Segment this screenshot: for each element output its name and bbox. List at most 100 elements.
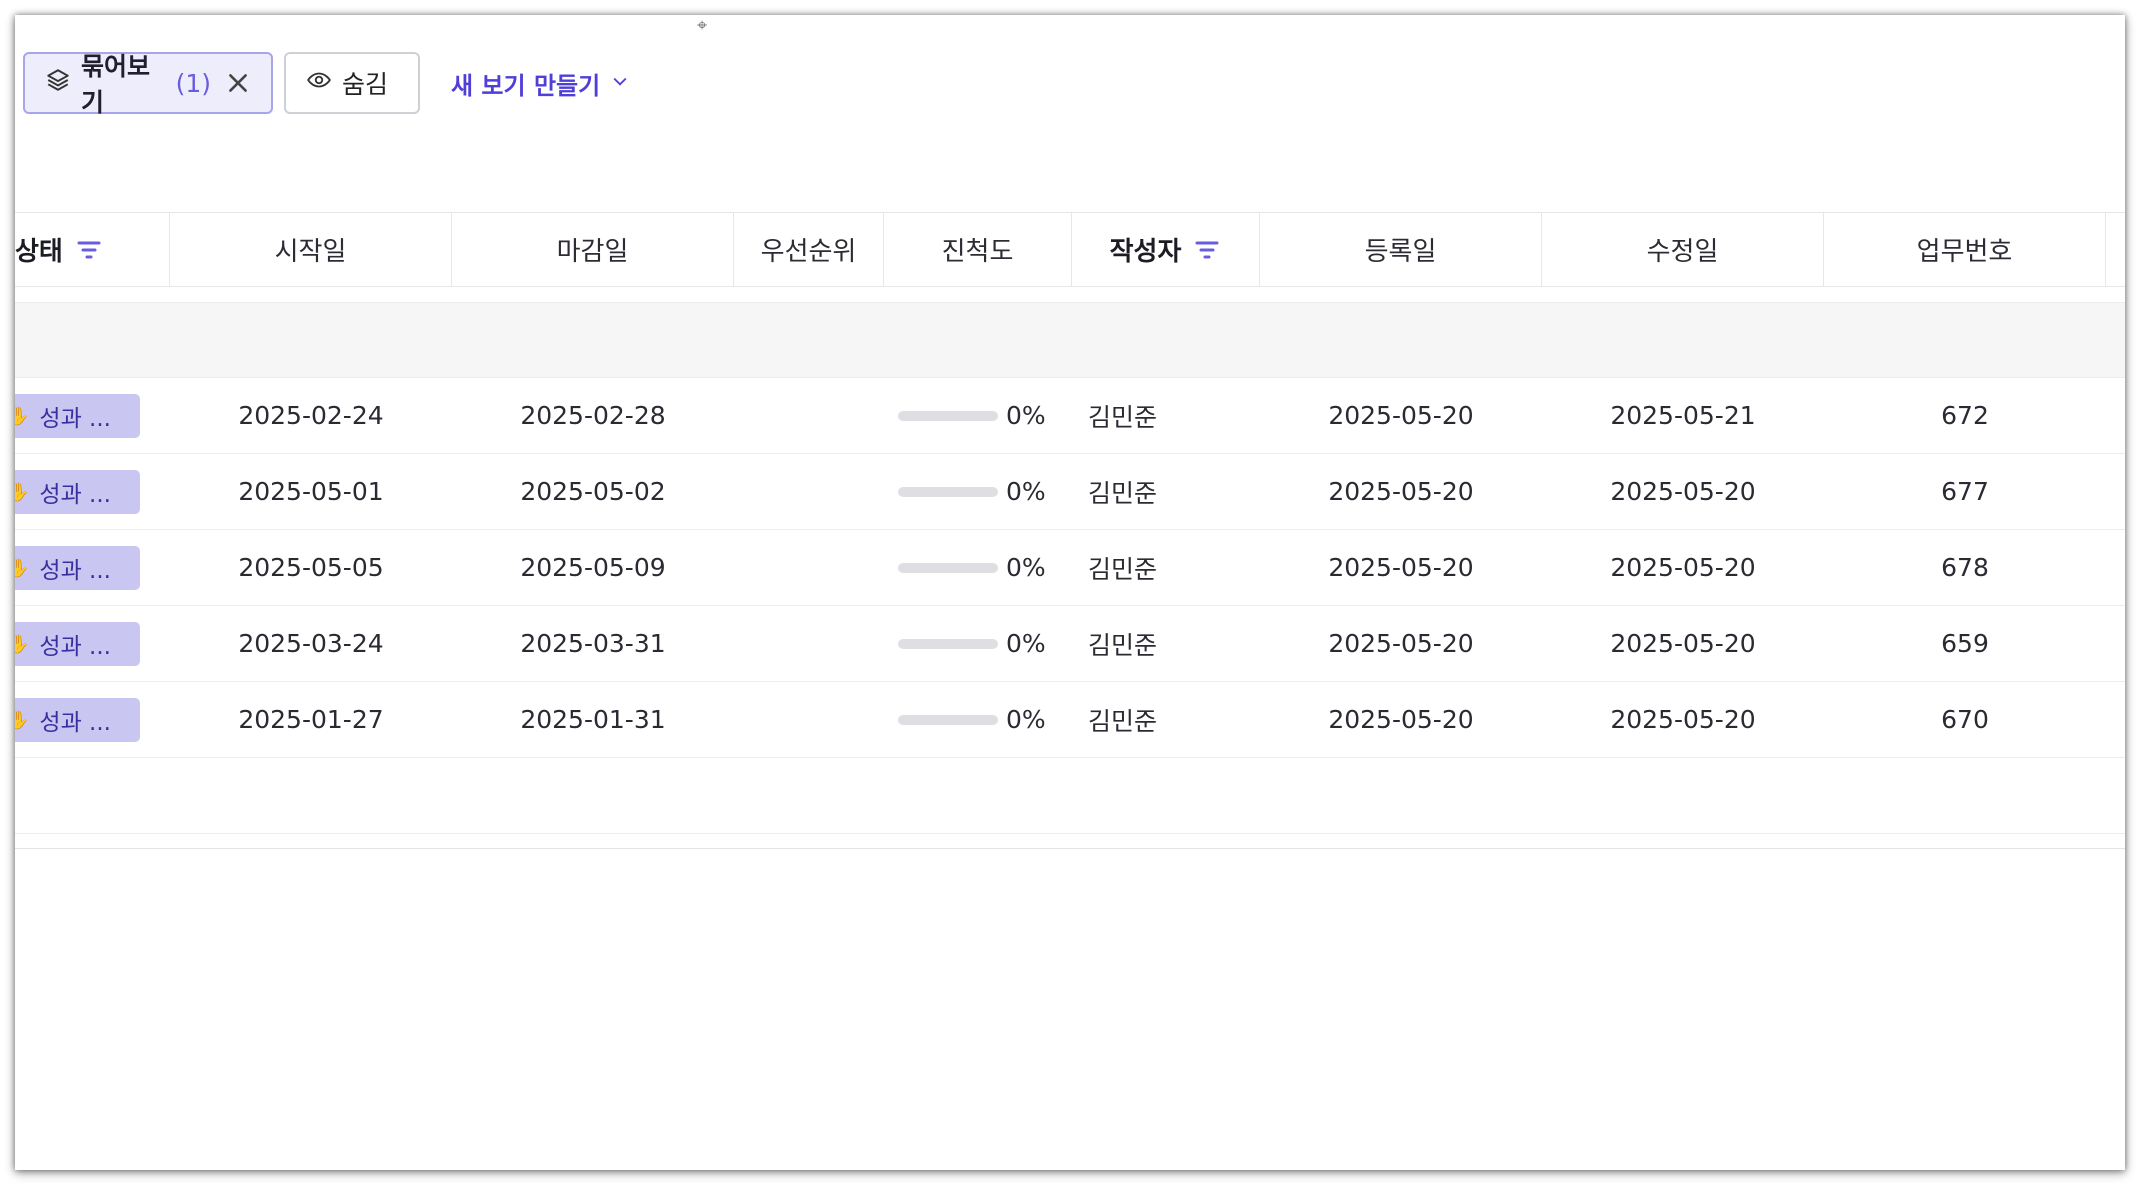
task-number-value: 672 [1941,401,1989,430]
cell-start-date: 2025-02-24 [170,378,452,453]
start-date-value: 2025-05-01 [238,477,384,506]
column-header-label: 마감일 [556,237,629,267]
cell-status: ✋ 성과 ... [15,454,170,529]
task-number-value: 678 [1941,553,1989,582]
close-icon[interactable] [225,70,251,96]
column-header-label: 등록일 [1364,237,1437,267]
status-badge[interactable]: ✋ 성과 ... [15,394,140,438]
cell-priority [734,682,884,757]
filter-icon[interactable] [75,238,103,262]
cell-author: 김민준 [1072,682,1276,757]
table-header: 상태 시작일 마감일 우선순위 진척도 작성자 등록일 수정일 업무번호 [15,212,2125,287]
task-number-value: 677 [1941,477,1989,506]
cell-start-date: 2025-05-05 [170,530,452,605]
author-value: 김민준 [1088,478,1158,508]
cell-start-date: 2025-01-27 [170,682,452,757]
modified-date-value: 2025-05-20 [1610,477,1756,506]
cell-modified-date: 2025-05-21 [1542,378,1824,453]
column-header-progress[interactable]: 진척도 [884,213,1072,286]
created-date-value: 2025-05-20 [1328,629,1474,658]
start-date-value: 2025-03-24 [238,629,384,658]
column-header-label: 작성자 [1109,237,1182,267]
table-row[interactable]: ✋ 성과 ... 2025-05-05 2025-05-09 0% 김민준 2025-05-… [15,530,2125,606]
cell-progress: 0% [884,682,1086,757]
cell-start-date: 2025-03-24 [170,606,452,681]
cell-status: ✋ 성과 ... [15,682,170,757]
cell-status: ✋ 성과 ... [15,530,170,605]
progress-text: 0% [1006,401,1046,430]
modified-date-value: 2025-05-20 [1610,705,1756,734]
new-view-button[interactable]: 새 보기 만들기 [451,66,630,101]
modified-date-value: 2025-05-20 [1610,629,1756,658]
cell-task-number: 678 [1824,530,2106,605]
cell-status: ✋ 성과 ... [15,378,170,453]
hide-fields-chip[interactable]: 숨김 [284,52,420,114]
cell-priority [734,530,884,605]
column-header-author[interactable]: 작성자 [1072,213,1260,286]
cell-due-date: 2025-02-28 [452,378,734,453]
column-header-label: 상태 [15,237,63,267]
cell-due-date: 2025-01-31 [452,682,734,757]
cell-priority [734,378,884,453]
view-toolbar: 묶어보기 (1) 숨김 새 보기 만들기 [23,51,630,117]
modified-date-value: 2025-05-21 [1610,401,1756,430]
cell-start-date: 2025-05-01 [170,454,452,529]
cell-task-number: 672 [1824,378,2106,453]
column-header-label: 시작일 [274,237,347,267]
cell-created-date: 2025-05-20 [1260,682,1542,757]
cell-author: 김민준 [1072,454,1276,529]
table-add-row[interactable] [15,758,2125,834]
column-header-priority[interactable]: 우선순위 [734,213,884,286]
column-header-modified-date[interactable]: 수정일 [1542,213,1824,286]
cell-task-number: 659 [1824,606,2106,681]
status-label: 성과 ... [39,558,111,584]
created-date-value: 2025-05-20 [1328,553,1474,582]
column-header-status[interactable]: 상태 [15,213,170,286]
group-by-chip[interactable]: 묶어보기 (1) [23,52,273,117]
column-header-start-date[interactable]: 시작일 [170,213,452,286]
table-row[interactable]: ✋ 성과 ... 2025-05-01 2025-05-02 0% 김민준 2025-05-… [15,454,2125,530]
start-date-value: 2025-02-24 [238,401,384,430]
progress-text: 0% [1006,477,1046,506]
author-value: 김민준 [1088,630,1158,660]
column-header-task-number[interactable]: 업무번호 [1824,213,2106,286]
column-header-label: 업무번호 [1916,237,2013,267]
created-date-value: 2025-05-20 [1328,401,1474,430]
progress-bar [898,410,998,421]
table-row[interactable]: ✋ 성과 ... 2025-01-27 2025-01-31 0% 김민준 2025-05-… [15,682,2125,758]
status-badge[interactable]: ✋ 성과 ... [15,470,140,514]
progress-bar [898,486,998,497]
column-header-created-date[interactable]: 등록일 [1260,213,1542,286]
column-header-due-date[interactable]: 마감일 [452,213,734,286]
status-label: 성과 ... [39,406,111,432]
layers-icon [45,67,71,99]
cell-modified-date: 2025-05-20 [1542,606,1824,681]
chevron-down-icon [610,69,630,97]
author-value: 김민준 [1088,402,1158,432]
filter-icon[interactable] [1193,238,1221,262]
created-date-value: 2025-05-20 [1328,705,1474,734]
cell-modified-date: 2025-05-20 [1542,682,1824,757]
cell-author: 김민준 [1072,378,1276,453]
cell-progress: 0% [884,454,1086,529]
group-header-row[interactable] [15,302,2125,378]
cell-task-number: 670 [1824,682,2106,757]
status-badge[interactable]: ✋ 성과 ... [15,546,140,590]
status-badge[interactable]: ✋ 성과 ... [15,698,140,742]
table-row[interactable]: ✋ 성과 ... 2025-02-24 2025-02-28 0% 김민준 2025-05-… [15,378,2125,454]
due-date-value: 2025-05-02 [520,477,666,506]
cell-progress: 0% [884,378,1086,453]
progress-text: 0% [1006,705,1046,734]
status-label: 성과 ... [39,634,111,660]
hand-icon: ✋ [15,709,30,731]
app-window: ⌖ 묶어보기 (1) 숨김 새 보기 만들기 상태 시작일 마감일 우선순위 진척도 작 [15,15,2125,1170]
progress-text: 0% [1006,553,1046,582]
group-by-count: (1) [175,68,211,98]
status-badge[interactable]: ✋ 성과 ... [15,622,140,666]
start-date-value: 2025-05-05 [238,553,384,582]
cell-priority [734,606,884,681]
task-table: 상태 시작일 마감일 우선순위 진척도 작성자 등록일 수정일 업무번호 ✋ 성과 ... 2025… [15,212,2125,849]
cell-due-date: 2025-05-09 [452,530,734,605]
cell-progress: 0% [884,606,1086,681]
table-row[interactable]: ✋ 성과 ... 2025-03-24 2025-03-31 0% 김민준 2025-05-… [15,606,2125,682]
